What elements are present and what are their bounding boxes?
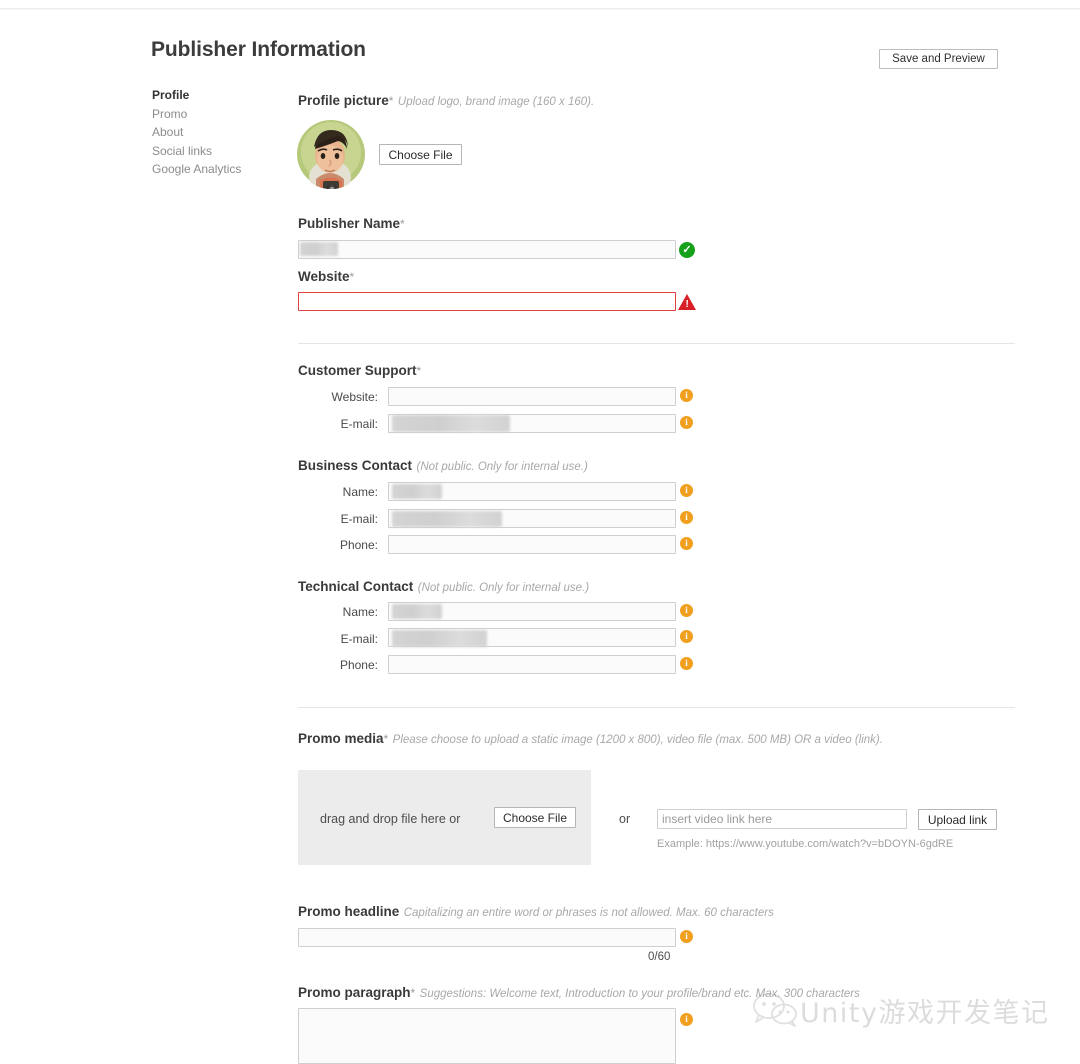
- publisher-information-page: Publisher Information Save and Preview P…: [0, 0, 1080, 1064]
- website-input[interactable]: [298, 292, 676, 311]
- avatar: [296, 119, 366, 189]
- promo-paragraph-label: Promo paragraph: [298, 985, 411, 1000]
- promo-media-choose-file-button[interactable]: Choose File: [494, 807, 576, 828]
- business-contact-name-input[interactable]: [388, 482, 676, 501]
- promo-headline-input[interactable]: [298, 928, 676, 947]
- publisher-name-label-row: Publisher Name*: [298, 215, 405, 233]
- customer-support-required-marker: *: [416, 364, 422, 378]
- info-icon[interactable]: i: [680, 630, 693, 643]
- info-icon[interactable]: i: [680, 604, 693, 617]
- promo-media-label: Promo media: [298, 731, 384, 746]
- sidebar-item-about[interactable]: About: [152, 123, 282, 142]
- info-icon[interactable]: i: [680, 1013, 693, 1026]
- website-label-row: Website*: [298, 268, 354, 286]
- promo-headline-counter: 0/60: [648, 951, 671, 963]
- sidebar-item-social-links[interactable]: Social links: [152, 142, 282, 161]
- info-icon[interactable]: i: [680, 416, 693, 429]
- promo-media-upload-link-button[interactable]: Upload link: [918, 809, 997, 830]
- customer-support-website-input[interactable]: [388, 387, 676, 406]
- promo-headline-label: Promo headline: [298, 904, 400, 919]
- divider-promo: [298, 707, 1015, 708]
- customer-support-label: Customer Support: [298, 363, 417, 378]
- page-title: Publisher Information: [151, 38, 366, 61]
- business-contact-label: Business Contact: [298, 458, 413, 473]
- publisher-name-label: Publisher Name: [298, 216, 401, 231]
- technical-contact-name-input[interactable]: [388, 602, 676, 621]
- check-circle-icon: ✓: [679, 242, 695, 258]
- info-icon[interactable]: i: [680, 389, 693, 402]
- customer-support-label-row: Customer Support*: [298, 362, 421, 380]
- technical-contact-email-input[interactable]: [388, 628, 676, 647]
- info-icon[interactable]: i: [680, 484, 693, 497]
- profile-picture-label: Profile picture: [298, 93, 389, 108]
- promo-paragraph-label-row: Promo paragraph* Suggestions: Welcome te…: [298, 984, 860, 1002]
- promo-media-required-marker: *: [383, 732, 389, 746]
- promo-media-label-row: Promo media* Please choose to upload a s…: [298, 730, 883, 748]
- promo-headline-label-row: Promo headline Capitalizing an entire wo…: [298, 903, 774, 921]
- promo-media-dropzone-text: drag and drop file here or: [320, 812, 461, 826]
- technical-contact-email-label: E-mail:: [340, 632, 378, 646]
- section-nav-sidebar: Profile Promo About Social links Google …: [152, 86, 282, 179]
- publisher-name-input[interactable]: [298, 240, 676, 259]
- sidebar-item-google-analytics[interactable]: Google Analytics: [152, 160, 282, 179]
- business-contact-label-row: Business Contact (Not public. Only for i…: [298, 457, 588, 475]
- website-label: Website: [298, 269, 350, 284]
- profile-picture-required-marker: *: [388, 94, 394, 108]
- technical-contact-label-row: Technical Contact (Not public. Only for …: [298, 578, 589, 596]
- profile-picture-label-row: Profile picture* Upload logo, brand imag…: [298, 92, 594, 110]
- warning-triangle-icon: !: [678, 294, 696, 310]
- customer-support-email-input[interactable]: [388, 414, 676, 433]
- profile-picture-hint: Upload logo, brand image (160 x 160).: [397, 96, 595, 108]
- sidebar-item-promo[interactable]: Promo: [152, 105, 282, 124]
- promo-media-video-link-input[interactable]: [657, 809, 907, 829]
- promo-headline-hint: Capitalizing an entire word or phrases i…: [403, 907, 774, 919]
- avatar-illustration-icon: [296, 119, 366, 189]
- business-contact-email-label: E-mail:: [340, 512, 378, 526]
- business-contact-name-label: Name:: [342, 485, 378, 499]
- customer-support-website-label: Website:: [331, 390, 378, 404]
- technical-contact-hint: (Not public. Only for internal use.): [417, 582, 590, 594]
- promo-paragraph-textarea[interactable]: [298, 1008, 676, 1064]
- business-contact-email-input[interactable]: [388, 509, 676, 528]
- customer-support-email-label: E-mail:: [340, 417, 378, 431]
- info-icon[interactable]: i: [680, 537, 693, 550]
- promo-media-dropzone[interactable]: drag and drop file here or Choose File: [298, 770, 591, 865]
- promo-paragraph-hint: Suggestions: Welcome text, Introduction …: [419, 988, 860, 1000]
- divider-contacts: [298, 343, 1015, 344]
- info-icon[interactable]: i: [680, 511, 693, 524]
- business-contact-phone-label: Phone:: [339, 538, 378, 552]
- publisher-name-required-marker: *: [400, 217, 405, 231]
- business-contact-hint: (Not public. Only for internal use.): [416, 461, 588, 473]
- technical-contact-label: Technical Contact: [298, 579, 414, 594]
- profile-picture-choose-file-button[interactable]: Choose File: [379, 144, 462, 165]
- promo-media-or-separator: or: [619, 812, 631, 826]
- website-required-marker: *: [349, 270, 355, 284]
- technical-contact-phone-input[interactable]: [388, 655, 676, 674]
- promo-paragraph-required-marker: *: [410, 986, 416, 1000]
- sidebar-item-profile[interactable]: Profile: [152, 86, 282, 105]
- info-icon[interactable]: i: [680, 930, 693, 943]
- save-and-preview-button[interactable]: Save and Preview: [879, 49, 998, 69]
- promo-media-hint: Please choose to upload a static image (…: [392, 734, 883, 746]
- info-icon[interactable]: i: [680, 657, 693, 670]
- technical-contact-phone-label: Phone:: [339, 658, 378, 672]
- promo-media-example-text: Example: https://www.youtube.com/watch?v…: [657, 838, 954, 850]
- technical-contact-name-label: Name:: [342, 605, 378, 619]
- business-contact-phone-input[interactable]: [388, 535, 676, 554]
